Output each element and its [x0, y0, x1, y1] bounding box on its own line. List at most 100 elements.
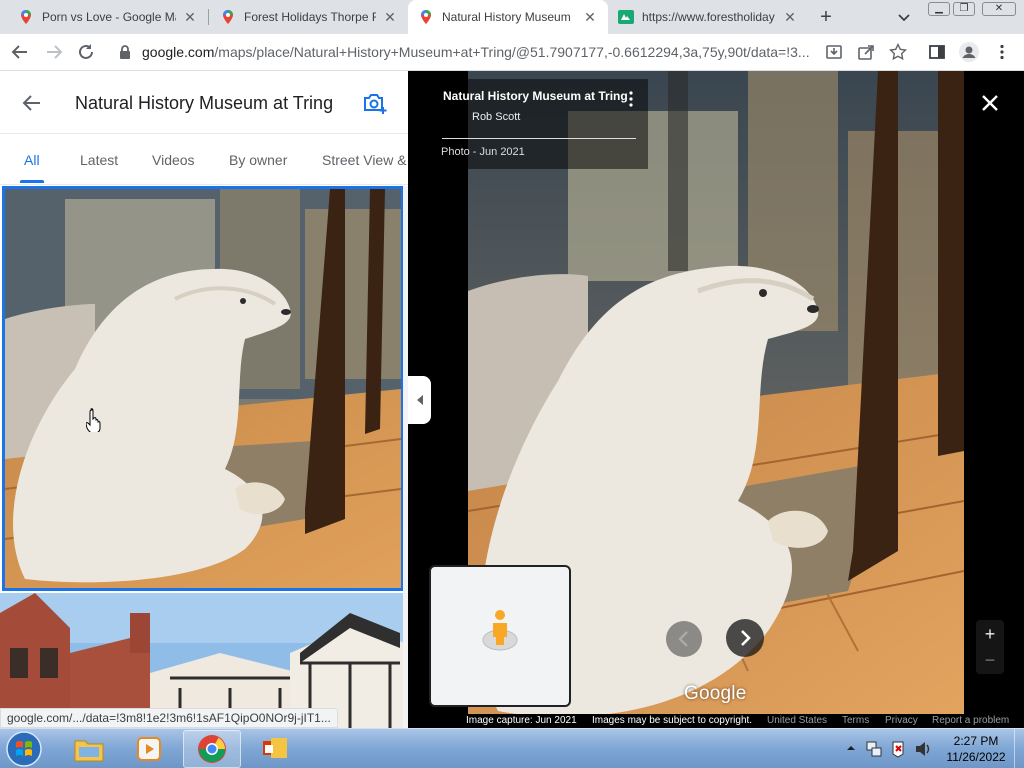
- new-tab-button[interactable]: +: [814, 5, 838, 29]
- info-place-name[interactable]: Natural History Museum at Tring: [443, 89, 628, 103]
- lock-icon[interactable]: [118, 44, 132, 60]
- forest-holidays-icon: [618, 10, 634, 24]
- volume-icon[interactable]: [914, 740, 932, 758]
- arrow-left-icon: [11, 45, 27, 59]
- tab-title: Forest Holidays Thorpe Fo: [244, 10, 376, 24]
- more-vert-icon[interactable]: [628, 91, 634, 107]
- chevron-down-icon[interactable]: [894, 7, 914, 27]
- address-path: /maps/place/Natural+History+Museum+at+Tr…: [214, 44, 810, 60]
- privacy-link[interactable]: Privacy: [885, 714, 918, 728]
- install-icon: [826, 45, 842, 59]
- tab-porn-vs-love[interactable]: Porn vs Love - Google Ma ✕: [8, 0, 208, 34]
- polar-bear-photo: [5, 189, 401, 588]
- tab-latest[interactable]: Latest: [80, 152, 118, 168]
- google-watermark: Google: [684, 683, 747, 704]
- address-host: google.com: [142, 44, 215, 60]
- previous-photo-button[interactable]: [666, 621, 702, 657]
- photo-viewer: Natural History Museum at Tring Rob Scot…: [408, 71, 1024, 728]
- street-view-minimap[interactable]: [429, 565, 571, 707]
- tab-all[interactable]: All: [24, 152, 40, 168]
- chevron-right-icon: [741, 630, 751, 646]
- clock-date[interactable]: 11/26/2022: [942, 750, 1010, 764]
- status-bar-url: google.com/.../data=!3m8!1e2!3m6!1sAF1Qi…: [0, 708, 338, 728]
- media-player-icon: [137, 737, 161, 761]
- tab-street-view[interactable]: Street View &: [322, 152, 407, 168]
- system-tray: 2:27 PM 11/26/2022: [840, 729, 1024, 768]
- tab-by-owner[interactable]: By owner: [229, 152, 287, 168]
- tab-forest-holidays[interactable]: Forest Holidays Thorpe Fo ✕: [210, 0, 408, 34]
- star-icon: [889, 43, 907, 61]
- close-tab-icon[interactable]: ✕: [382, 9, 398, 25]
- country-link[interactable]: United States: [767, 714, 827, 728]
- reload-icon: [79, 44, 93, 59]
- back-arrow-icon[interactable]: [20, 91, 44, 115]
- photos-panel: Natural History Museum at Tring All Late…: [0, 71, 408, 728]
- show-desktop-button[interactable]: [1014, 729, 1024, 768]
- windows-taskbar: 2:27 PM 11/26/2022: [0, 728, 1024, 768]
- forward-button[interactable]: [42, 40, 66, 64]
- report-problem-link[interactable]: Report a problem: [932, 714, 1009, 728]
- tab-strip: Porn vs Love - Google Ma ✕ Forest Holida…: [0, 0, 1024, 34]
- profile-button[interactable]: [957, 40, 981, 64]
- photo-filter-tabs: All Latest Videos By owner Street View &: [0, 133, 408, 185]
- install-app-button[interactable]: [822, 40, 846, 64]
- arrow-right-icon: [47, 45, 63, 59]
- browser-menu-button[interactable]: [990, 40, 1014, 64]
- action-center-icon[interactable]: [890, 740, 906, 758]
- place-title: Natural History Museum at Tring: [75, 93, 334, 113]
- tab-separator: [208, 9, 209, 25]
- reload-button[interactable]: [74, 40, 98, 64]
- share-button[interactable]: [854, 40, 878, 64]
- copyright-notice: Images may be subject to copyright.: [592, 715, 753, 726]
- folder-icon: [74, 740, 104, 762]
- close-tab-icon[interactable]: ✕: [582, 9, 598, 25]
- collapse-panel-button[interactable]: [408, 376, 431, 424]
- avatar-icon: [959, 42, 979, 62]
- back-button[interactable]: [8, 40, 32, 64]
- chevron-up-icon[interactable]: [846, 743, 856, 753]
- add-photo-icon[interactable]: [362, 91, 388, 115]
- tab-forest-holidays-url[interactable]: https://www.forestholiday ✕: [608, 0, 808, 34]
- pegman-icon: [482, 610, 518, 651]
- clock-time[interactable]: 2:27 PM: [948, 734, 1004, 748]
- close-tab-icon[interactable]: ✕: [182, 9, 198, 25]
- terms-link[interactable]: Terms: [842, 714, 869, 728]
- tab-natural-history-museum[interactable]: Natural History Museum ✕: [408, 0, 608, 34]
- photo-date: Photo - Jun 2021: [441, 146, 525, 158]
- zoom-in-button[interactable]: +: [976, 622, 1004, 646]
- taskbar-chrome[interactable]: [183, 730, 241, 768]
- tab-videos[interactable]: Videos: [152, 152, 195, 168]
- taskbar-office-app[interactable]: [246, 730, 304, 768]
- office-icon: [263, 738, 287, 758]
- close-icon[interactable]: [980, 93, 1000, 113]
- restore-window-button[interactable]: ❐: [953, 2, 975, 16]
- side-panel-icon: [929, 45, 945, 59]
- maps-pin-icon: [223, 10, 233, 24]
- share-icon: [858, 45, 874, 60]
- close-window-button[interactable]: ✕: [982, 2, 1016, 16]
- hand-cursor-icon: [86, 408, 101, 432]
- zoom-out-button[interactable]: −: [976, 648, 1004, 672]
- address-bar[interactable]: google.com/maps/place/Natural+History+Mu…: [142, 44, 820, 60]
- taskbar-media-player[interactable]: [120, 730, 178, 768]
- maps-pin-icon: [21, 10, 31, 24]
- minimize-window-button[interactable]: ▁: [928, 2, 950, 16]
- network-icon[interactable]: [866, 740, 882, 758]
- image-capture-date: Image capture: Jun 2021: [466, 715, 577, 726]
- map-footer: Image capture: Jun 2021 Images may be su…: [460, 714, 1024, 728]
- maps-pin-icon: [421, 10, 431, 24]
- tab-title: Natural History Museum: [442, 10, 571, 24]
- chrome-icon: [198, 735, 226, 763]
- photo-thumbnail-polar-bear[interactable]: [2, 186, 404, 591]
- bookmark-button[interactable]: [886, 40, 910, 64]
- taskbar-file-explorer[interactable]: [60, 730, 118, 768]
- caret-left-icon: [416, 395, 423, 405]
- close-tab-icon[interactable]: ✕: [782, 9, 798, 25]
- side-panel-button[interactable]: [925, 40, 949, 64]
- more-vert-icon: [1000, 44, 1004, 60]
- tab-title: Porn vs Love - Google Ma: [42, 10, 176, 24]
- tab-title: https://www.forestholiday: [642, 10, 775, 24]
- windows-start-icon[interactable]: [4, 730, 44, 768]
- next-photo-button[interactable]: [726, 619, 764, 657]
- photo-author[interactable]: Rob Scott: [472, 111, 520, 123]
